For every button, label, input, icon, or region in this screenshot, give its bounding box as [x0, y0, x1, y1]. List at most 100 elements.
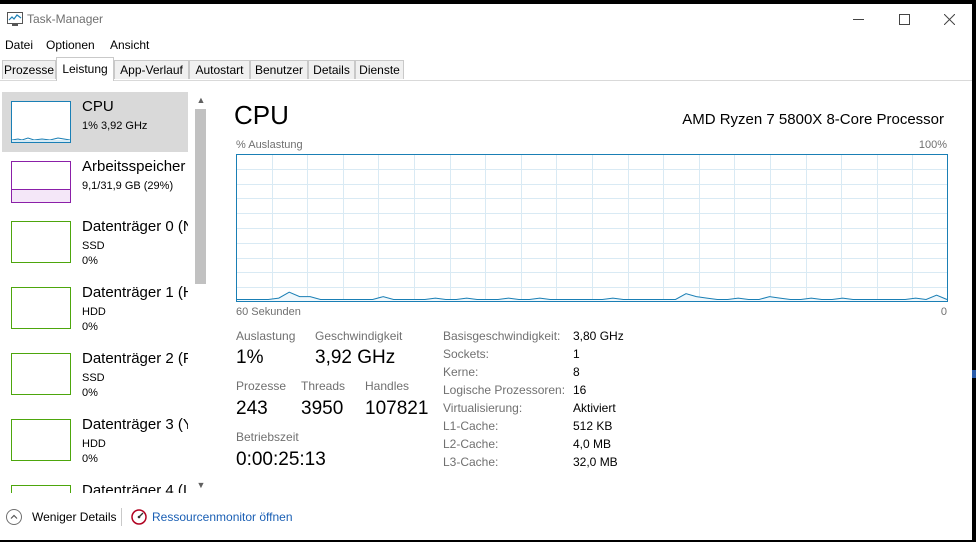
minimize-button[interactable] — [835, 4, 881, 34]
window-title: Task-Manager — [27, 12, 104, 26]
info-value-l2-cache: 4,0 MB — [573, 437, 612, 451]
sidebar-scrollbar[interactable]: ▲ ▼ — [193, 92, 208, 494]
menu-bar: Datei Optionen Ansicht — [0, 37, 972, 55]
info-label-l2-cache: L2-Cache: — [443, 437, 499, 451]
memory-thumbnail-graph — [11, 161, 71, 203]
scroll-up-icon[interactable]: ▲ — [196, 95, 206, 105]
disk-thumbnail-graph — [11, 353, 71, 395]
info-label-logical-processors: Logische Prozessoren: — [443, 383, 566, 397]
sidebar-item-name: Datenträger 3 (Y — [82, 416, 188, 433]
sidebar-item-usage: 0% — [82, 453, 98, 465]
sidebar-item-usage: 0% — [82, 321, 98, 333]
minimize-icon — [852, 18, 864, 20]
sidebar-item-type: HDD — [82, 438, 106, 450]
disk-thumbnail-graph — [11, 485, 71, 493]
page-title: CPU — [234, 100, 289, 130]
speed-label: Geschwindigkeit — [315, 329, 403, 343]
info-value-logical-processors: 16 — [573, 383, 587, 397]
sidebar-item-datentraeger-1[interactable]: Datenträger 1 (H HDD 0% — [2, 278, 188, 338]
footer-separator — [121, 508, 122, 526]
background-window-edge — [972, 370, 976, 378]
sidebar-item-name: CPU — [82, 98, 114, 115]
handles-label: Handles — [365, 379, 410, 393]
sidebar-item-name: Datenträger 0 (N — [82, 218, 188, 235]
sidebar-item-detail: 9,1/31,9 GB (29%) — [82, 180, 174, 192]
info-value-cores: 8 — [573, 365, 580, 379]
threads-label: Threads — [301, 379, 346, 393]
chart-x-label: 60 Sekunden — [236, 306, 301, 318]
utilization-label: Auslastung — [236, 329, 296, 343]
sidebar-item-detail: 1% 3,92 GHz — [82, 120, 148, 132]
handles-value: 107821 — [365, 398, 429, 419]
utilization-value: 1% — [236, 347, 264, 368]
title-bar: Task-Manager — [0, 4, 972, 34]
chart-y-max: 100% — [918, 139, 947, 151]
disk-thumbnail-graph — [11, 287, 71, 329]
tab-bar: Prozesse Leistung App-Verlauf Autostart … — [0, 55, 972, 81]
scroll-down-icon[interactable]: ▼ — [196, 480, 206, 490]
menu-ansicht[interactable]: Ansicht — [110, 38, 149, 52]
processes-label: Prozesse — [236, 379, 287, 393]
chart-x-end: 0 — [940, 306, 947, 318]
footer-bar: Weniger Details Ressourcenmonitor öffnen — [0, 500, 972, 540]
tab-dienste[interactable]: Dienste — [355, 60, 404, 79]
chart-y-label: % Auslastung — [236, 139, 303, 151]
processes-value: 243 — [236, 398, 268, 419]
tab-autostart[interactable]: Autostart — [189, 60, 250, 79]
info-value-l1-cache: 512 KB — [573, 419, 613, 433]
info-value-l3-cache: 32,0 MB — [573, 455, 618, 469]
sidebar-item-usage: 0% — [82, 387, 98, 399]
tab-prozesse[interactable]: Prozesse — [2, 60, 56, 79]
sidebar-item-type: SSD — [82, 240, 105, 252]
tab-details[interactable]: Details — [308, 60, 355, 79]
menu-optionen[interactable]: Optionen — [46, 38, 95, 52]
close-icon — [943, 13, 955, 25]
resource-sidebar: CPU 1% 3,92 GHz Arbeitsspeicher 9,1/31,9… — [0, 89, 193, 493]
maximize-icon — [898, 13, 910, 25]
sidebar-item-datentraeger-3[interactable]: Datenträger 3 (Y HDD 0% — [2, 410, 188, 470]
sidebar-item-datentraeger-0[interactable]: Datenträger 0 (N SSD 0% — [2, 212, 188, 272]
maximize-button[interactable] — [881, 4, 927, 34]
disk-thumbnail-graph — [11, 221, 71, 263]
chevron-up-circle-icon[interactable] — [6, 509, 22, 525]
tab-app-verlauf[interactable]: App-Verlauf — [114, 60, 189, 79]
task-manager-app-icon — [7, 12, 23, 26]
close-button[interactable] — [926, 4, 972, 34]
info-label-sockets: Sockets: — [443, 347, 490, 361]
sidebar-item-cpu[interactable]: CPU 1% 3,92 GHz — [2, 92, 188, 152]
speed-value: 3,92 GHz — [315, 347, 396, 368]
processor-name: AMD Ryzen 7 5800X 8-Core Processor — [682, 111, 944, 128]
sidebar-item-name: Arbeitsspeicher — [82, 158, 186, 175]
cpu-utilization-graph — [236, 154, 948, 302]
uptime-label: Betriebszeit — [236, 430, 299, 444]
tab-leistung[interactable]: Leistung — [56, 57, 114, 81]
menu-datei[interactable]: Datei — [5, 38, 33, 52]
threads-value: 3950 — [301, 398, 344, 419]
sidebar-item-name: Datenträger 1 (H — [82, 284, 188, 301]
info-label-l1-cache: L1-Cache: — [443, 419, 499, 433]
cpu-thumbnail-graph — [11, 101, 71, 143]
sidebar-item-type: SSD — [82, 372, 105, 384]
info-label-cores: Kerne: — [443, 365, 479, 379]
sidebar-item-datentraeger-4[interactable]: Datenträger 4 (I — [2, 476, 188, 493]
tab-benutzer[interactable]: Benutzer — [250, 60, 308, 79]
info-label-l3-cache: L3-Cache: — [443, 455, 499, 469]
resource-monitor-icon — [131, 509, 147, 525]
sidebar-item-name: Datenträger 4 (I — [82, 482, 188, 493]
sidebar-item-arbeitsspeicher[interactable]: Arbeitsspeicher 9,1/31,9 GB (29%) — [2, 152, 188, 212]
open-resource-monitor-link[interactable]: Ressourcenmonitor öffnen — [152, 510, 293, 524]
uptime-value: 0:00:25:13 — [236, 449, 326, 470]
info-label-virtualization: Virtualisierung: — [443, 401, 523, 415]
sidebar-item-usage: 0% — [82, 255, 98, 267]
disk-thumbnail-graph — [11, 419, 71, 461]
task-manager-window: Task-Manager Datei Optionen Ansicht Proz… — [0, 4, 972, 540]
scrollbar-thumb[interactable] — [195, 109, 206, 284]
info-label-base-speed: Basisgeschwindigkeit: — [443, 329, 561, 343]
info-value-virtualization: Aktiviert — [573, 401, 616, 415]
sidebar-item-type: HDD — [82, 306, 106, 318]
info-value-sockets: 1 — [573, 347, 580, 361]
sidebar-item-name: Datenträger 2 (F — [82, 350, 188, 367]
info-value-base-speed: 3,80 GHz — [573, 329, 624, 343]
sidebar-item-datentraeger-2[interactable]: Datenträger 2 (F SSD 0% — [2, 344, 188, 404]
fewer-details-button[interactable]: Weniger Details — [32, 510, 116, 524]
